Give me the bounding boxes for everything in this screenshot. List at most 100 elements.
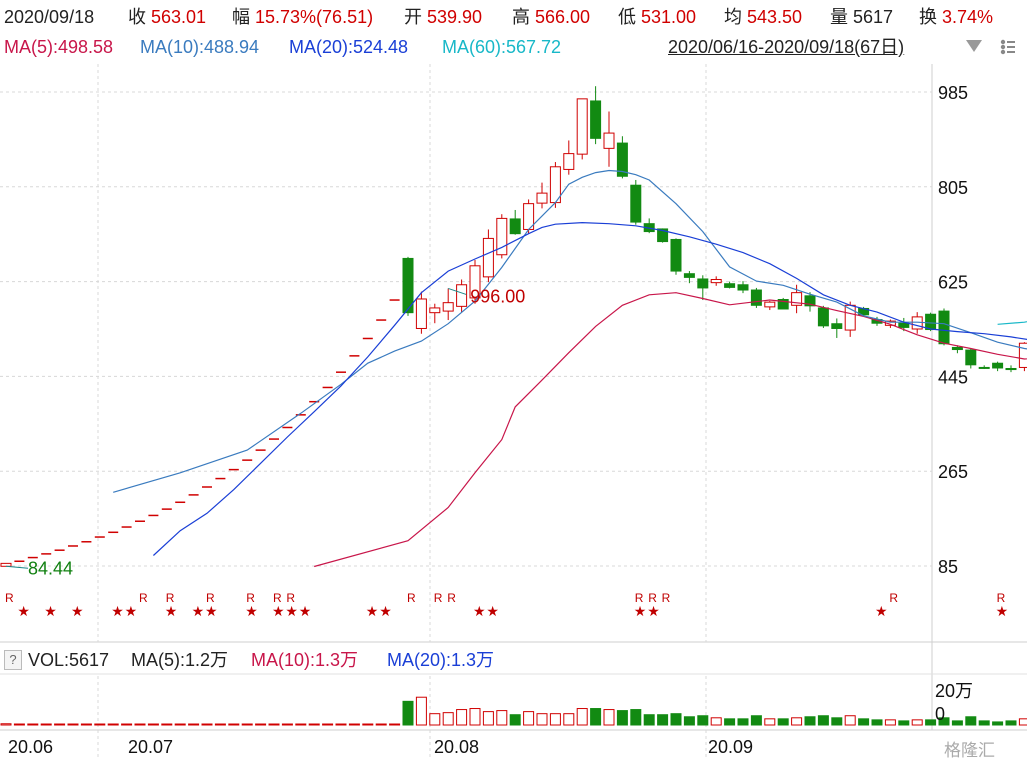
vol-legend: VOL:5617 (28, 650, 110, 670)
y-tick-label: 985 (938, 83, 968, 103)
candle-body (764, 301, 776, 308)
volume-bar (255, 723, 267, 726)
candle-body (442, 302, 454, 312)
volume-bar (107, 723, 119, 726)
volume-bar (281, 723, 293, 726)
volume-bar (884, 719, 896, 726)
candle-body (1018, 342, 1027, 368)
volume-bar (80, 723, 92, 726)
signal-star-icon: ★ (272, 604, 285, 620)
volume-bar (322, 723, 334, 726)
candle-body (415, 298, 427, 329)
y-tick-label: 805 (938, 178, 968, 198)
signal-star-icon: ★ (634, 604, 647, 620)
ma-lines-layer (113, 169, 1027, 568)
volume-bar (94, 723, 106, 726)
candle-body (978, 366, 990, 369)
volume-bar (911, 719, 923, 726)
signal-r-marker: R (648, 591, 657, 605)
x-label: 20.09 (708, 737, 754, 757)
volume-bar (335, 723, 347, 726)
vol-ma10-legend: MA(10):1.3万 (251, 650, 359, 670)
ma20-line (152, 221, 1027, 556)
volume-bar (724, 718, 736, 726)
x-label: 20.08 (434, 737, 480, 757)
volume-bar (563, 713, 575, 726)
candle-body (965, 349, 977, 366)
volume-bar (40, 723, 52, 726)
signal-r-marker: R (889, 591, 898, 605)
volume-bar (777, 718, 789, 726)
volume-bar (697, 715, 709, 726)
volume-bar (0, 723, 12, 726)
volume-bar (576, 708, 588, 726)
volume-bar (951, 720, 963, 726)
volume-bar (992, 721, 1004, 726)
volume-bar (791, 717, 803, 726)
signal-star-icon: ★ (111, 604, 124, 620)
volume-bar (1018, 718, 1027, 726)
volume-bar (121, 723, 133, 726)
candle-body (536, 192, 548, 204)
signal-r-marker: R (286, 591, 295, 605)
signal-star-icon: ★ (486, 604, 499, 620)
volume-bars-layer (0, 696, 1027, 726)
volume-header: VOL:5617 MA(5):1.2万 MA(10):1.3万 MA(20):1… (0, 646, 1027, 674)
signal-star-icon: ★ (165, 604, 178, 620)
signal-star-icon: ★ (379, 604, 392, 620)
volume-bar (362, 723, 374, 726)
volume-bar (643, 714, 655, 726)
volume-bar (616, 710, 628, 726)
ma5-line (314, 292, 1027, 568)
candle-body (992, 362, 1004, 369)
volume-bar (670, 713, 682, 726)
volume-bar (750, 715, 762, 726)
volume-bar (898, 720, 910, 726)
volume-bar (523, 711, 535, 726)
volume-bar (630, 709, 642, 726)
signal-star-icon: ★ (44, 604, 57, 620)
signal-r-marker: R (246, 591, 255, 605)
candle-body (603, 132, 615, 149)
candle-body (456, 284, 468, 307)
volume-bar (536, 713, 548, 726)
signal-star-icon: ★ (996, 604, 1009, 620)
volume-bar (817, 715, 829, 726)
candle-body (429, 307, 441, 314)
volume-bar (348, 723, 360, 726)
min-annotation: 84.44 (28, 558, 73, 578)
signal-star-icon: ★ (366, 604, 379, 620)
signal-r-marker: R (997, 591, 1006, 605)
volume-bar (389, 723, 401, 726)
signal-star-icon: ★ (875, 604, 888, 620)
candle-body (670, 238, 682, 272)
signal-star-icon: ★ (285, 604, 298, 620)
volume-bar (469, 708, 481, 726)
candle-body (0, 562, 12, 567)
volume-bar (241, 723, 253, 726)
signal-r-marker: R (273, 591, 282, 605)
volume-bar (67, 723, 79, 726)
volume-bar (134, 723, 146, 726)
signal-star-icon: ★ (299, 604, 312, 620)
y-tick-label: 625 (938, 273, 968, 293)
candle-body (509, 218, 521, 235)
candle-body (831, 323, 843, 329)
watermark-logo: 格隆汇 (944, 741, 995, 760)
signal-star-icon: ★ (71, 604, 84, 620)
candle-body (898, 322, 910, 328)
signal-star-icon: ★ (205, 604, 218, 620)
volume-bar (161, 723, 173, 726)
volume-bar (978, 720, 990, 726)
candle-body (737, 284, 749, 291)
volume-axis-zero: 0 (935, 704, 945, 724)
volume-bar (657, 714, 669, 726)
volume-bar (54, 723, 66, 726)
volume-bar (201, 723, 213, 726)
signal-star-icon: ★ (192, 604, 205, 620)
signal-r-marker: R (635, 591, 644, 605)
volume-bar (27, 723, 39, 726)
vol-ma5-legend: MA(5):1.2万 (131, 650, 229, 670)
min-annotation-line (5, 565, 29, 569)
signal-r-marker: R (206, 591, 215, 605)
